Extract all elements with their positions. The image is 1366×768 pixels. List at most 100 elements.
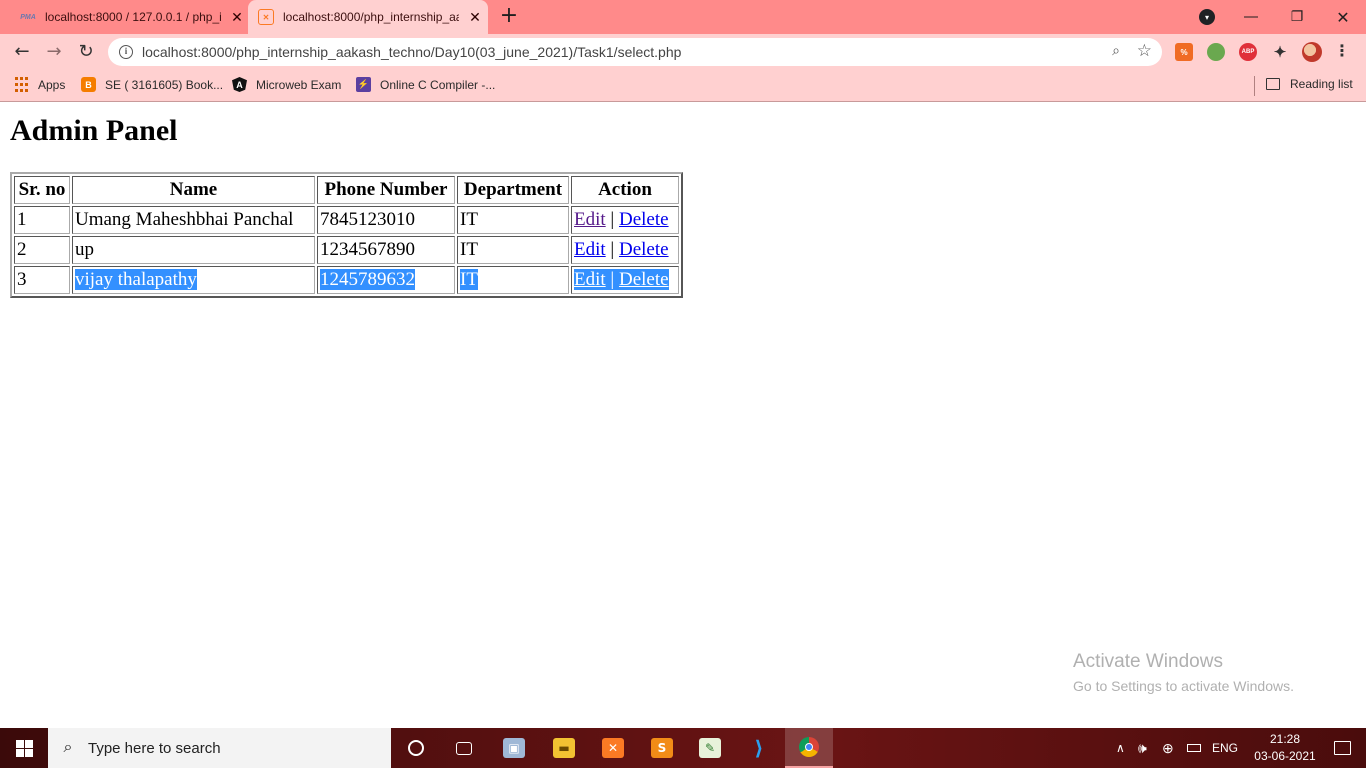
extension-icon[interactable]: % xyxy=(1175,43,1193,61)
bookmark-online-c-compiler[interactable]: ⚡ Online C Compiler -... xyxy=(356,77,495,92)
start-button[interactable] xyxy=(0,728,48,768)
close-tab-icon[interactable]: ✕ xyxy=(467,9,483,26)
delete-link[interactable]: Delete xyxy=(619,209,669,230)
vscode-icon[interactable]: ⟩ xyxy=(735,728,783,768)
bookmark-microweb-exam[interactable]: A Microweb Exam xyxy=(232,77,341,92)
volume-icon[interactable]: 🕪 xyxy=(1138,728,1147,768)
task-view-icon[interactable] xyxy=(440,728,488,768)
bookmark-apps[interactable]: Apps xyxy=(14,77,65,92)
network-globe-icon[interactable]: ⊕ xyxy=(1162,728,1174,768)
column-header-phone: Phone Number xyxy=(317,176,455,204)
tab-phpmyadmin[interactable]: PMA localhost:8000 / 127.0.0.1 / php_i ✕ xyxy=(8,0,248,34)
edit-link[interactable]: Edit xyxy=(574,239,606,260)
table-row: 3 vijay thalapathy 1245789632 IT Edit | … xyxy=(14,266,679,294)
table-row: 1 Umang Maheshbhai Panchal 7845123010 IT… xyxy=(14,206,679,234)
profile-avatar[interactable] xyxy=(1302,42,1322,62)
activate-windows-watermark: Activate Windows Go to Settings to activ… xyxy=(1073,651,1294,694)
action-separator: | xyxy=(610,209,615,230)
bookmark-label: Online C Compiler -... xyxy=(380,77,496,92)
column-header-action: Action xyxy=(571,176,679,204)
cell-phone: 1234567890 xyxy=(317,236,455,264)
sublime-text-icon[interactable]: S xyxy=(638,728,686,768)
notification-center-icon[interactable] xyxy=(1318,728,1366,768)
extension-icon[interactable] xyxy=(1207,43,1225,61)
forward-arrow-icon[interactable]: → xyxy=(42,41,66,63)
windows-logo-icon xyxy=(15,739,33,757)
network-app-icon[interactable]: ▣ xyxy=(490,728,538,768)
bolt-icon: ⚡ xyxy=(356,77,371,92)
table-header-row: Sr. no Name Phone Number Department Acti… xyxy=(14,176,679,204)
taskbar: ⌕ Type here to search ▣ ▬ ✕ S ✎ ⟩ ∧ 🕪 ⊕ … xyxy=(0,728,1366,768)
zoom-icon[interactable]: ⌕ xyxy=(1112,43,1120,59)
cell-phone: 1245789632 xyxy=(317,266,455,294)
delete-link[interactable]: Delete xyxy=(619,269,669,290)
bookmarks-bar: Apps B SE ( 3161605) Book... A Microweb … xyxy=(0,70,1366,102)
notepad-app-icon[interactable]: ✎ xyxy=(686,728,734,768)
clock-time: 21:28 xyxy=(1269,732,1301,746)
new-tab-button[interactable]: + xyxy=(499,5,519,28)
bookmarks-divider xyxy=(1254,76,1255,96)
cell-sr-no: 3 xyxy=(14,266,70,294)
address-bar[interactable]: i localhost:8000/php_internship_aakash_t… xyxy=(108,38,1162,66)
bookmark-label: Microweb Exam xyxy=(256,77,342,92)
admin-table: Sr. no Name Phone Number Department Acti… xyxy=(10,172,683,298)
reading-list-label: Reading list xyxy=(1290,77,1353,91)
xampp-app-icon[interactable]: ✕ xyxy=(589,728,637,768)
site-info-icon[interactable]: i xyxy=(119,45,133,59)
puzzle-extensions-icon[interactable]: ✦ xyxy=(1271,43,1289,61)
adblock-plus-icon[interactable]: ABP xyxy=(1239,43,1257,61)
battery-icon[interactable] xyxy=(1187,728,1201,768)
search-icon: ⌕ xyxy=(63,739,73,756)
bookmark-label: Apps xyxy=(38,77,66,92)
blogger-icon: B xyxy=(81,77,96,92)
system-clock[interactable]: 21:28 03-06-2021 xyxy=(1252,731,1318,765)
table-row: 2 up 1234567890 IT Edit | Delete xyxy=(14,236,679,264)
cell-name: Umang Maheshbhai Panchal xyxy=(72,206,315,234)
show-hidden-icons[interactable]: ∧ xyxy=(1116,728,1125,768)
angular-icon: A xyxy=(232,77,247,92)
close-window-button[interactable]: ✕ xyxy=(1320,0,1366,34)
cell-sr-no: 2 xyxy=(14,236,70,264)
edit-link[interactable]: Edit xyxy=(574,269,606,290)
back-arrow-icon[interactable]: ← xyxy=(10,41,34,63)
edit-link[interactable]: Edit xyxy=(574,209,606,230)
page-title: Admin Panel xyxy=(10,114,178,147)
chrome-icon[interactable] xyxy=(785,728,833,768)
tab-search-icon[interactable]: ▾ xyxy=(1199,9,1215,25)
tab-title: localhost:8000/php_internship_aa xyxy=(283,10,459,24)
reload-icon[interactable]: ↻ xyxy=(74,41,98,63)
cell-sr-no: 1 xyxy=(14,206,70,234)
selected-text: 1245789632 xyxy=(320,269,415,290)
cell-name: up xyxy=(72,236,315,264)
kebab-menu-icon[interactable]: ⋮ xyxy=(1334,41,1350,60)
cell-action: Edit | Delete xyxy=(571,206,679,234)
bookmark-star-icon[interactable]: ☆ xyxy=(1137,41,1152,61)
taskbar-search[interactable]: ⌕ Type here to search xyxy=(48,728,391,768)
cell-department: IT xyxy=(457,236,569,264)
reading-list-icon xyxy=(1266,78,1280,90)
delete-link[interactable]: Delete xyxy=(619,239,669,260)
close-tab-icon[interactable]: ✕ xyxy=(229,9,245,26)
page-content: Admin Panel Sr. no Name Phone Number Dep… xyxy=(0,103,1366,728)
selected-text: IT xyxy=(460,269,478,290)
xampp-icon: ✕ xyxy=(258,9,274,25)
language-indicator[interactable]: ENG xyxy=(1212,728,1238,768)
search-placeholder: Type here to search xyxy=(88,739,221,757)
tab-strip: PMA localhost:8000 / 127.0.0.1 / php_i ✕… xyxy=(0,0,1366,34)
tab-select-php[interactable]: ✕ localhost:8000/php_internship_aa ✕ xyxy=(248,0,488,34)
phpmyadmin-icon: PMA xyxy=(20,13,36,21)
bookmark-se-book[interactable]: B SE ( 3161605) Book... xyxy=(81,77,223,92)
file-explorer-icon[interactable]: ▬ xyxy=(540,728,588,768)
tab-title: localhost:8000 / 127.0.0.1 / php_i xyxy=(45,10,221,24)
watermark-title: Activate Windows xyxy=(1073,651,1223,672)
column-header-department: Department xyxy=(457,176,569,204)
url-text[interactable]: localhost:8000/php_internship_aakash_tec… xyxy=(142,44,681,60)
action-separator: | xyxy=(610,239,615,260)
cortana-icon[interactable] xyxy=(392,728,440,768)
restore-button[interactable]: ❐ xyxy=(1274,0,1320,34)
minimize-button[interactable]: ― xyxy=(1228,0,1274,34)
clock-date: 03-06-2021 xyxy=(1254,749,1316,763)
selected-text: Edit | Delete xyxy=(574,269,669,290)
cell-phone: 7845123010 xyxy=(317,206,455,234)
reading-list-button[interactable]: Reading list xyxy=(1266,77,1353,91)
